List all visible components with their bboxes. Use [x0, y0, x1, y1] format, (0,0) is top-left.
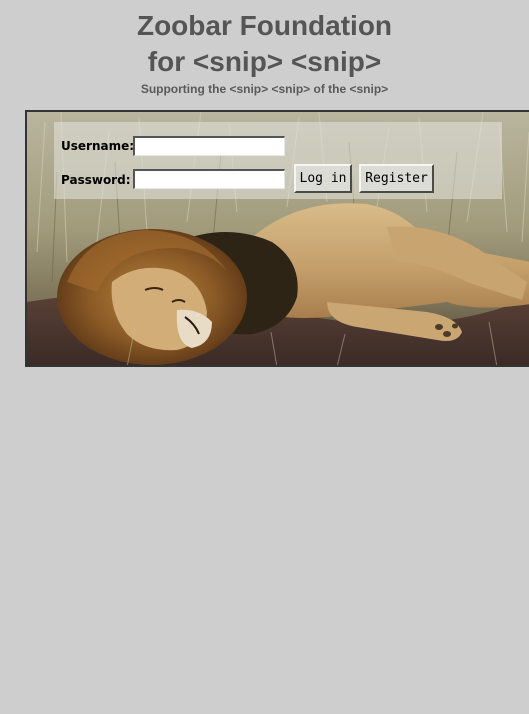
page-title-line-2: for <snip> <snip>: [147, 46, 382, 77]
login-panel: Username: Password: Log in Register: [54, 122, 502, 199]
page-subtitle: Supporting the <snip> <snip> of the <sni…: [140, 82, 389, 96]
register-button[interactable]: Register: [359, 164, 434, 193]
password-label: Password:: [61, 173, 131, 187]
username-input[interactable]: [133, 136, 285, 156]
login-button[interactable]: Log in: [294, 164, 352, 193]
page-title: Zoobar Foundation: [136, 10, 393, 41]
username-label: Username:: [61, 139, 135, 153]
password-input[interactable]: [133, 169, 285, 189]
login-banner: Username: Password: Log in Register: [25, 110, 529, 367]
